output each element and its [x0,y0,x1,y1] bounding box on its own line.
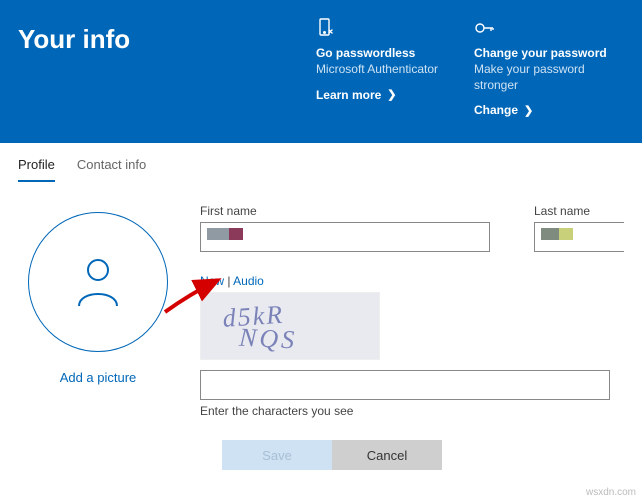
card-passwordless-title: Go passwordless [316,46,438,60]
last-name-field-group: Last name [534,204,624,252]
cancel-button[interactable]: Cancel [332,440,442,470]
card-changepw-title: Change your password [474,46,624,60]
button-row: Save Cancel [0,440,642,470]
captcha-audio-link[interactable]: Audio [233,274,264,288]
captcha-input[interactable] [200,370,610,400]
card-passwordless: Go passwordless Microsoft Authenticator … [316,18,438,117]
change-label: Change [474,103,518,117]
svg-text:NQS: NQS [237,323,298,355]
header-cards: Go passwordless Microsoft Authenticator … [316,18,624,117]
chevron-right-icon: ❯ [387,88,396,101]
captcha-image: d5kR NQS [200,292,380,360]
captcha-hint: Enter the characters you see [200,404,624,418]
tabs: Profile Contact info [0,143,642,182]
add-picture-link[interactable]: Add a picture [18,370,178,385]
first-name-field-group: First name [200,204,490,252]
change-link[interactable]: Change ❯ [474,103,533,117]
card-changepw-sub: Make your password stronger [474,62,624,93]
last-name-input[interactable] [534,222,624,252]
captcha-section: New | Audio d5kR NQS Enter the character… [200,274,624,418]
tab-profile[interactable]: Profile [18,157,55,182]
learn-more-label: Learn more [316,88,381,102]
chevron-right-icon: ❯ [524,104,533,117]
avatar-placeholder [28,212,168,352]
watermark: wsxdn.com [586,487,636,498]
save-button[interactable]: Save [222,440,332,470]
captcha-new-link[interactable]: New [200,274,224,288]
card-change-password: Change your password Make your password … [474,18,624,117]
key-icon [474,18,624,40]
device-icon [316,18,438,40]
content-area: Add a picture First name Last name New |… [0,182,642,428]
tab-contact-info[interactable]: Contact info [77,157,146,182]
header-banner: Your info Go passwordless Microsoft Auth… [0,0,642,143]
captcha-controls: New | Audio [200,274,624,288]
avatar-column: Add a picture [18,204,178,418]
card-passwordless-sub: Microsoft Authenticator [316,62,438,78]
learn-more-link[interactable]: Learn more ❯ [316,88,397,102]
page-title: Your info [18,18,316,117]
person-icon [73,254,123,310]
last-name-label: Last name [534,204,624,218]
first-name-input[interactable] [200,222,490,252]
form-column: First name Last name New | Audio d5kR NQ… [200,204,624,418]
first-name-label: First name [200,204,490,218]
